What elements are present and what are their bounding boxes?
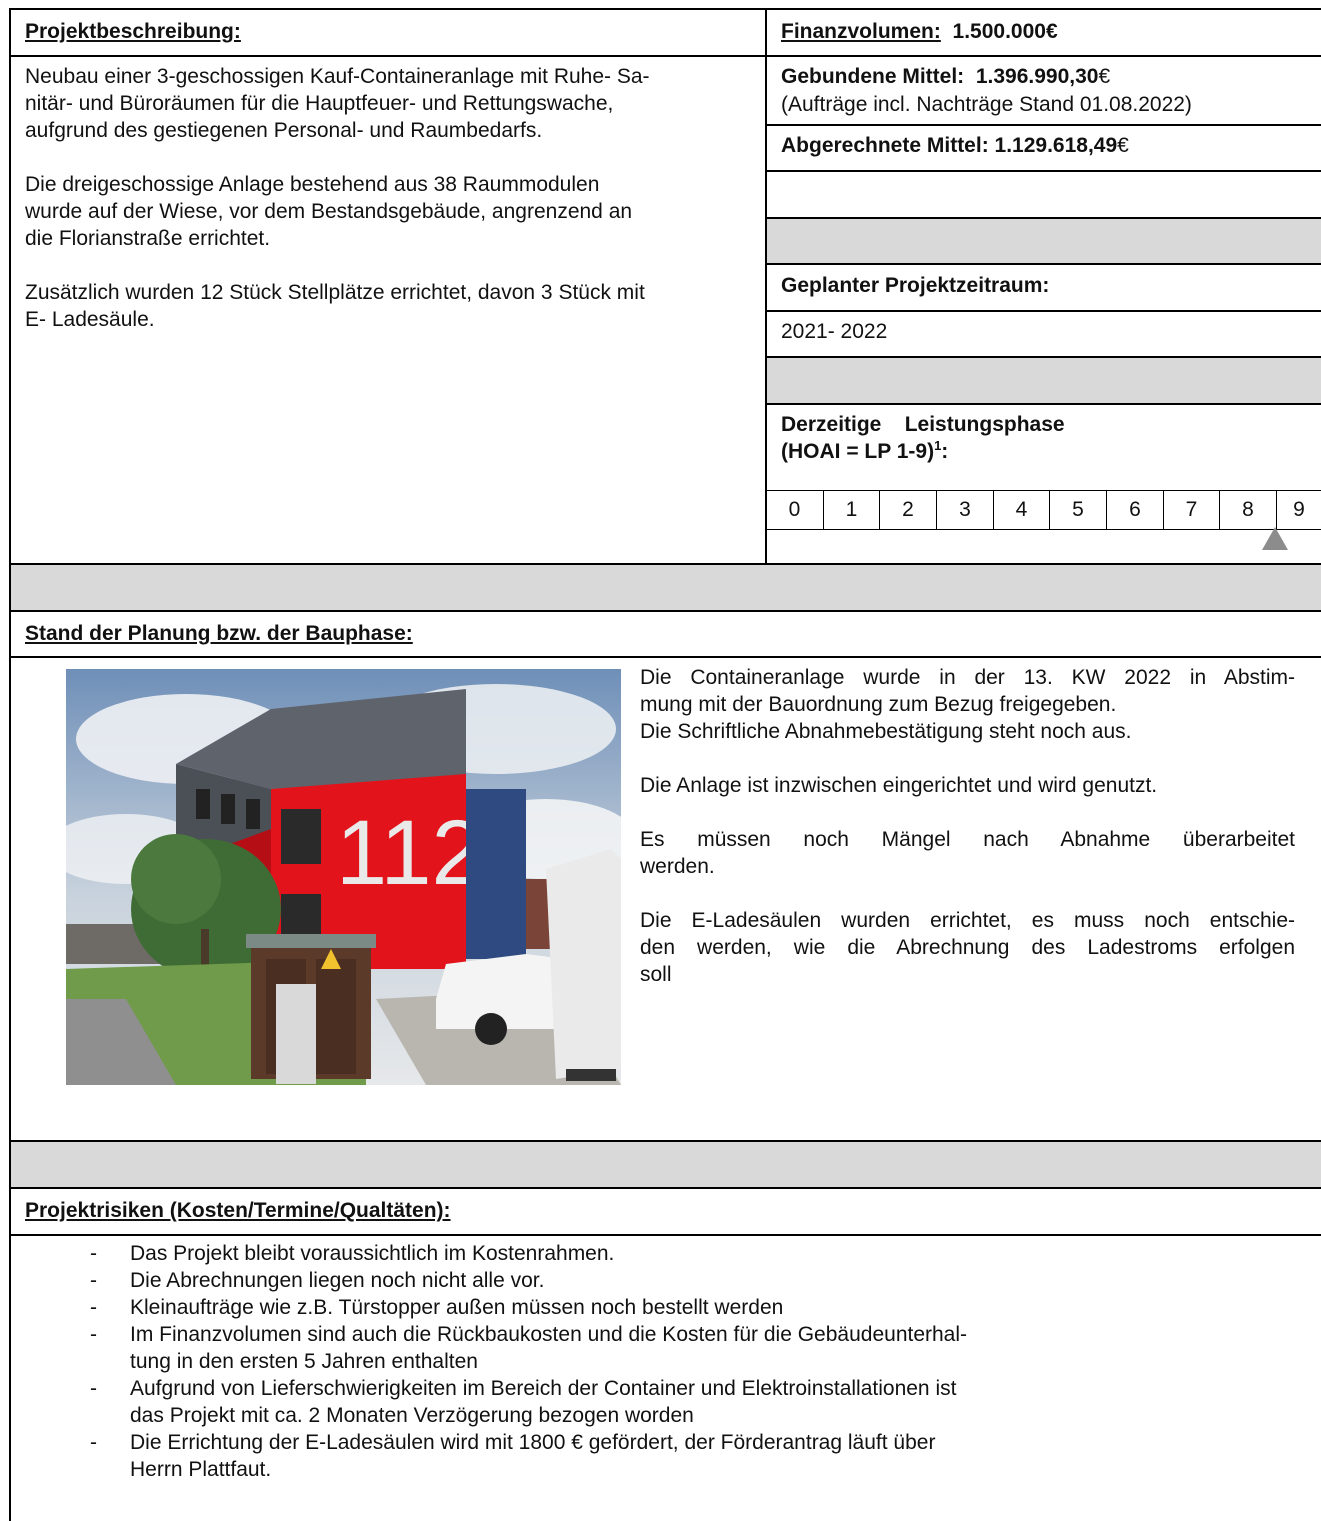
rule: [10, 1234, 1321, 1236]
risk-line: das Projekt mit ca. 2 Monaten Verzögerun…: [130, 1404, 694, 1427]
risk-item: - Die Errichtung der E-Ladesäulen wird m…: [10, 1429, 1110, 1483]
bound-funds: Gebundene Mittel: 1.396.990,30€: [781, 63, 1110, 90]
status-line: Die Containeranlage wurde in der 13. KW …: [640, 666, 1295, 689]
rule: [10, 563, 1321, 565]
section-title-risks: Projektrisiken (Kosten/Termine/Qualtäten…: [25, 1199, 451, 1222]
rule: [10, 55, 1321, 57]
settled-funds-label: Abgerechnete Mittel:: [781, 134, 989, 157]
phase-step-0: 0: [788, 498, 801, 521]
desc-line: die Florianstraße errichtet.: [25, 227, 271, 250]
rule: [765, 8, 767, 564]
rule: [766, 263, 1321, 265]
rule: [10, 656, 1321, 658]
desc-line: Neubau einer 3-geschossigen Kauf-Contain…: [25, 65, 650, 88]
finance-volume-label: Finanzvolumen:: [781, 20, 941, 43]
status-line: Die E-Ladesäulen wurden errichtet, es mu…: [640, 909, 1295, 932]
phase-step-4: 4: [1015, 498, 1028, 521]
status-line: mung mit der Bauordnung zum Bezug freige…: [640, 693, 1117, 716]
bound-funds-value: 1.396.990,30: [975, 65, 1099, 88]
status-line: Die Schriftliche Abnahmebestätigung steh…: [640, 720, 1132, 743]
grey-band-2: [766, 357, 1321, 403]
risk-dash: -: [90, 1323, 97, 1346]
risk-line: Die Errichtung der E-Ladesäulen wird mit…: [130, 1431, 936, 1454]
rule: [766, 356, 1321, 358]
phase-step-3: 3: [959, 498, 971, 521]
desc-line: E- Ladesäule.: [25, 308, 155, 331]
desc-line: aufgrund des gestiegenen Personal- und R…: [25, 119, 543, 142]
euro-sign: €: [1098, 65, 1111, 88]
section-title-status: Stand der Planung bzw. der Bauphase:: [25, 622, 413, 645]
risk-line: Herrn Plattfaut.: [130, 1458, 272, 1481]
desc-line: nitär- und Büroräumen für die Hauptfeuer…: [25, 92, 614, 115]
schedule-label: Geplanter Projektzeitraum:: [781, 274, 1050, 297]
status-line: den werden, wie die Abrechnung des Lades…: [640, 936, 1295, 959]
rule: [766, 310, 1321, 312]
rule: [766, 170, 1321, 172]
rule: [10, 610, 1321, 612]
construction-photo: 112: [66, 669, 621, 1085]
project-report-page: Projektbeschreibung: Finanzvolumen: 1.50…: [0, 0, 1321, 1521]
grey-band-4: [10, 1141, 1321, 1188]
status-line: Es müssen noch Mängel nach Abnahme übera…: [640, 828, 1295, 851]
grey-band-3: [10, 564, 1321, 611]
phase-step-6: 6: [1129, 498, 1141, 521]
risk-item: - Die Abrechnungen liegen noch nicht all…: [10, 1267, 1110, 1294]
rule: [766, 403, 1321, 405]
risk-dash: -: [90, 1431, 97, 1454]
rule: [10, 1187, 1321, 1189]
risk-dash: -: [90, 1296, 97, 1319]
risk-dash: -: [90, 1377, 97, 1400]
phase-label: Derzeitige Leistungsphase (HOAI = LP 1-9…: [781, 411, 1065, 465]
risk-line: Die Abrechnungen liegen noch nicht alle …: [130, 1269, 545, 1292]
project-description: Neubau einer 3-geschossigen Kauf-Contain…: [25, 63, 760, 333]
status-text: Die Containeranlage wurde in der 13. KW …: [640, 664, 1295, 988]
settled-funds-value: 1.129.618,49: [994, 134, 1118, 157]
risk-list: - Das Projekt bleibt voraussichtlich im …: [10, 1240, 1110, 1483]
status-line: werden.: [640, 855, 715, 878]
phase-colon: :: [941, 440, 949, 463]
rule: [766, 217, 1321, 219]
risk-item: - Das Projekt bleibt voraussichtlich im …: [10, 1240, 1110, 1267]
photo-building-number: 112: [336, 802, 483, 904]
desc-line: wurde auf der Wiese, vor dem Bestandsgeb…: [25, 200, 633, 223]
settled-funds: Abgerechnete Mittel: 1.129.618,49€: [781, 132, 1129, 159]
bound-funds-label: Gebundene Mittel:: [781, 65, 965, 88]
phase-step-7: 7: [1185, 498, 1198, 521]
schedule-value: 2021- 2022: [781, 320, 888, 343]
status-line: soll: [640, 963, 672, 986]
rule: [10, 8, 1321, 10]
risk-line: Das Projekt bleibt voraussichtlich im Ko…: [130, 1242, 615, 1265]
finance-volume: Finanzvolumen: 1.500.000€: [781, 18, 1058, 45]
grey-band-1: [766, 218, 1321, 263]
phase-step-2: 2: [902, 498, 914, 521]
risk-item: - Kleinaufträge wie z.B. Türstopper auße…: [10, 1294, 1110, 1321]
risk-line: Aufgrund von Lieferschwierigkeiten im Be…: [130, 1377, 957, 1400]
phase-label-hoai: (HOAI = LP 1-9): [781, 440, 935, 463]
phase-label-a: Derzeitige: [781, 413, 882, 436]
risk-dash: -: [90, 1269, 97, 1292]
section-title-description: Projektbeschreibung:: [25, 20, 241, 43]
risk-line: Im Finanzvolumen sind auch die Rückbauko…: [130, 1323, 968, 1346]
desc-line: Die dreigeschossige Anlage bestehend aus…: [25, 173, 600, 196]
bound-funds-note: (Aufträge incl. Nachträge Stand 01.08.20…: [781, 93, 1192, 116]
current-phase-marker-icon: [1262, 527, 1288, 550]
phase-step-8: 8: [1242, 498, 1254, 521]
euro-sign: €: [1117, 134, 1129, 157]
risk-item: - Im Finanzvolumen sind auch die Rückbau…: [10, 1321, 1110, 1375]
phase-step-5: 5: [1072, 498, 1084, 521]
risk-line: tung in den ersten 5 Jahren enthalten: [130, 1350, 478, 1373]
status-line: Die Anlage ist inzwischen eingerichtet u…: [640, 774, 1158, 797]
phase-label-b: Leistungsphase: [904, 413, 1065, 436]
finance-volume-value: 1.500.000€: [952, 20, 1058, 43]
risk-dash: -: [90, 1242, 97, 1265]
rule: [766, 529, 1321, 530]
phase-step-1: 1: [845, 498, 858, 521]
risk-line: Kleinaufträge wie z.B. Türstopper außen …: [130, 1296, 784, 1319]
desc-line: Zusätzlich wurden 12 Stück Stellplätze e…: [25, 281, 645, 304]
phase-step-9: 9: [1293, 498, 1305, 521]
risk-item: - Aufgrund von Lieferschwierigkeiten im …: [10, 1375, 1110, 1429]
rule: [766, 124, 1321, 126]
rule: [10, 1140, 1321, 1142]
